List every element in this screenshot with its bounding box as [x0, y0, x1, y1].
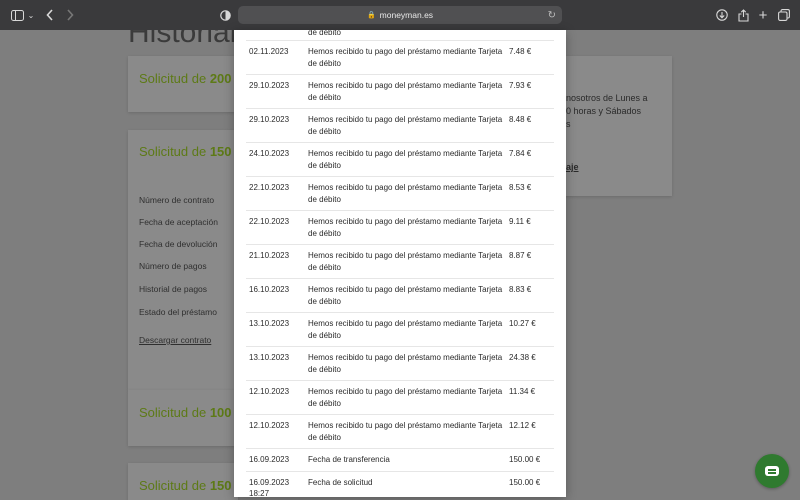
table-row: 21.10.2023 Hemos recibido tu pago del pré…: [246, 245, 554, 279]
table-row: 12.10.2023 Hemos recibido tu pago del pré…: [246, 415, 554, 449]
new-tab-icon[interactable]: +: [757, 7, 769, 24]
loan-card[interactable]: Solicitud de 200: [128, 56, 238, 112]
payment-date: 22.10.2023: [249, 217, 290, 226]
tab-overview-icon[interactable]: [777, 7, 791, 23]
table-row: 29.10.2023 Hemos recibido tu pago del pré…: [246, 75, 554, 109]
privacy-shield-icon[interactable]: [219, 7, 231, 23]
table-row: de débito: [246, 30, 554, 41]
contact-hours-line: s: [566, 119, 571, 129]
table-row: 22.10.2023 Hemos recibido tu pago del pré…: [246, 211, 554, 245]
payment-description: Fecha de solicitud: [308, 477, 373, 487]
payment-description: Hemos recibido tu pago del préstamo medi…: [308, 149, 503, 170]
field-payment-history: Historial de pagos: [139, 284, 208, 294]
payment-date: 29.10.2023: [249, 81, 290, 90]
payment-date: 29.10.2023: [249, 115, 290, 124]
payment-description: Hemos recibido tu pago del préstamo medi…: [308, 421, 503, 442]
download-contract-link[interactable]: Descargar contrato: [139, 335, 211, 345]
card-title: Solicitud de 150: [139, 144, 232, 159]
payment-history-modal: de débito 02.11.2023 Hemos recibido tu pag…: [234, 30, 566, 497]
forward-icon[interactable]: [64, 7, 76, 23]
payment-description: Hemos recibido tu pago del préstamo medi…: [308, 285, 503, 306]
share-icon[interactable]: [736, 7, 750, 23]
payment-description: Hemos recibido tu pago del préstamo medi…: [308, 47, 503, 68]
chat-button[interactable]: [755, 454, 789, 488]
contact-info-card: [560, 56, 672, 196]
payment-amount: 9.11 €: [509, 217, 531, 226]
contact-hours-line: nosotros de Lunes a: [566, 93, 648, 103]
reload-icon[interactable]: ↻: [548, 10, 556, 21]
table-row: 16.10.2023 Hemos recibido tu pago del pré…: [246, 279, 554, 313]
payment-amount: 10.27 €: [509, 319, 536, 328]
payment-date: 02.11.2023: [249, 47, 289, 56]
loan-card[interactable]: Solicitud de 100: [128, 390, 238, 446]
payment-date: 22.10.2023: [249, 183, 290, 192]
payment-description: Hemos recibido tu pago del préstamo medi…: [308, 81, 503, 102]
payment-description: de débito: [308, 30, 341, 37]
table-row: 16.09.2023 Fecha de transferencia 150.00 €: [246, 449, 554, 472]
payment-amount: 8.87 €: [509, 251, 532, 260]
payment-date: 16.10.2023: [249, 285, 290, 294]
table-row: 24.10.2023 Hemos recibido tu pago del pré…: [246, 143, 554, 177]
payment-date: 16.09.2023: [249, 455, 290, 464]
payment-amount: 12.12 €: [509, 421, 536, 430]
payment-date: 12.10.2023: [249, 387, 290, 396]
field-return-date: Fecha de devolución: [139, 239, 218, 249]
table-row: 22.10.2023 Hemos recibido tu pago del pré…: [246, 177, 554, 211]
payment-description: Hemos recibido tu pago del préstamo medi…: [308, 387, 503, 408]
url-text: moneyman.es: [379, 10, 434, 20]
table-row: 16.09.2023 18:27 Fecha de solicitud 150.00…: [246, 472, 554, 498]
contact-hours-line: 0 horas y Sábados: [566, 106, 642, 116]
table-row: 13.10.2023 Hemos recibido tu pago del pré…: [246, 313, 554, 347]
table-row: 02.11.2023 Hemos recibido tu pago del pré…: [246, 41, 554, 75]
payment-amount: 8.83 €: [509, 285, 532, 294]
payment-date: 21.10.2023: [249, 251, 290, 260]
payment-date: 13.10.2023: [249, 353, 290, 362]
payment-amount: 11.34 €: [509, 387, 536, 396]
payment-description: Hemos recibido tu pago del préstamo medi…: [308, 353, 503, 374]
browser-toolbar: ⌄ 🔒 moneyman.es ↻ +: [0, 0, 800, 30]
payment-amount: 7.48 €: [509, 47, 532, 56]
payment-date: 13.10.2023: [249, 319, 290, 328]
send-message-link[interactable]: aje: [566, 162, 579, 172]
payment-amount: 7.93 €: [509, 81, 532, 90]
payment-description: Hemos recibido tu pago del préstamo medi…: [308, 115, 503, 136]
payments-table: de débito 02.11.2023 Hemos recibido tu pag…: [246, 30, 554, 497]
payment-amount: 24.38 €: [509, 353, 536, 362]
payment-amount: 150.00 €: [509, 455, 541, 464]
payment-description: Fecha de transferencia: [308, 455, 390, 464]
payment-amount: 150.00 €: [509, 477, 541, 487]
card-title: Solicitud de 100: [139, 405, 232, 420]
back-icon[interactable]: [44, 7, 56, 23]
card-title: Solicitud de 200: [139, 71, 232, 86]
download-icon[interactable]: [715, 7, 729, 23]
field-contract-number: Número de contrato: [139, 195, 215, 205]
payment-description: Hemos recibido tu pago del préstamo medi…: [308, 319, 503, 340]
payment-description: Hemos recibido tu pago del préstamo medi…: [308, 217, 503, 238]
payment-amount: 8.48 €: [509, 115, 532, 124]
payment-date: 12.10.2023: [249, 421, 290, 430]
chat-icon: [765, 466, 779, 476]
payment-amount: 7.84 €: [509, 149, 532, 158]
loan-card-expanded[interactable]: Solicitud de 150 Número de contrato Fech…: [128, 130, 238, 390]
address-bar[interactable]: 🔒 moneyman.es ↻: [238, 6, 562, 24]
field-acceptance-date: Fecha de aceptación: [139, 217, 218, 227]
lock-icon: 🔒: [366, 12, 376, 19]
chevron-down-icon[interactable]: ⌄: [27, 7, 35, 23]
sidebar-toggle-icon[interactable]: [10, 7, 24, 23]
payment-date: 16.09.2023 18:27: [249, 477, 290, 498]
card-title: Solicitud de 150: [139, 478, 232, 493]
payment-amount: 8.53 €: [509, 183, 532, 192]
table-row: 29.10.2023 Hemos recibido tu pago del pré…: [246, 109, 554, 143]
table-row: 12.10.2023 Hemos recibido tu pago del pré…: [246, 381, 554, 415]
table-row: 13.10.2023 Hemos recibido tu pago del pré…: [246, 347, 554, 381]
loan-card[interactable]: Solicitud de 150: [128, 463, 238, 500]
field-loan-status: Estado del préstamo: [139, 307, 217, 317]
payment-description: Hemos recibido tu pago del préstamo medi…: [308, 183, 503, 204]
payment-description: Hemos recibido tu pago del préstamo medi…: [308, 251, 503, 272]
payment-date: 24.10.2023: [249, 149, 290, 158]
page-title: Historial: [128, 30, 237, 49]
field-payment-count: Número de pagos: [139, 261, 207, 271]
